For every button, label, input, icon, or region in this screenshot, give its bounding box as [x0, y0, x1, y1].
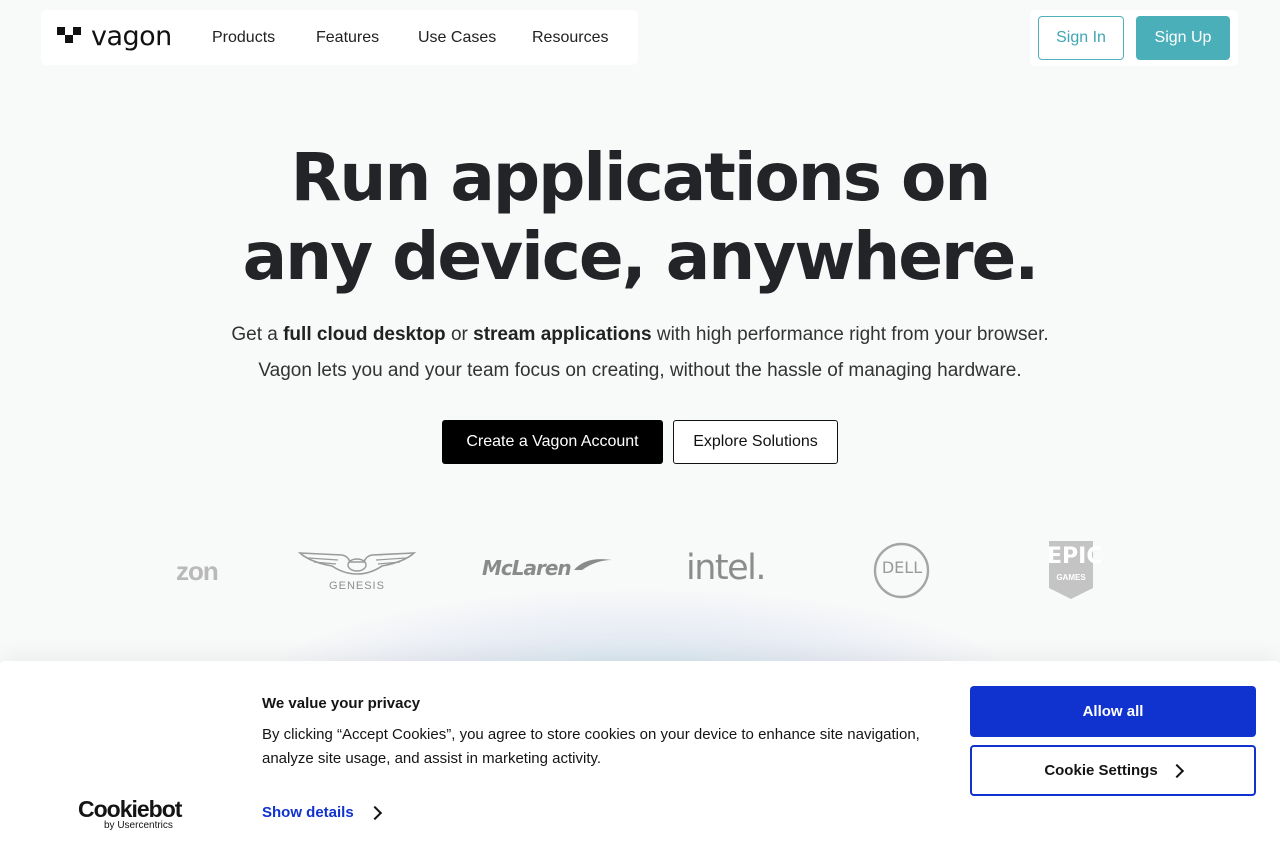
vagon-logo[interactable]: vagon — [57, 22, 172, 52]
hero-title-line-2: any device, anywhere. — [242, 218, 1040, 295]
genesis-logo-icon — [298, 552, 416, 575]
cookie-settings-label: Cookie Settings — [1044, 762, 1158, 779]
show-details-label: Show details — [262, 804, 354, 821]
hero-subtitle-line-1: Get a full cloud desktop or stream appli… — [0, 323, 1280, 347]
cookiebot-byline: by Usercentrics — [104, 820, 173, 831]
amazon-logo: zon — [176, 556, 219, 586]
create-account-button[interactable]: Create a Vagon Account — [442, 420, 663, 464]
chevron-right-icon — [367, 805, 382, 820]
cookie-title: We value your privacy — [262, 695, 421, 712]
cookiebot-logo: Cookiebot by Usercentrics — [78, 796, 182, 831]
cookiebot-wordmark: Cookiebot — [78, 796, 182, 822]
hero-subtitle-line-2: Vagon lets you and your team focus on cr… — [258, 360, 1022, 381]
explore-solutions-button[interactable]: Explore Solutions — [673, 420, 838, 464]
show-details-link[interactable]: Show details — [262, 804, 382, 821]
hero-sub-text: Get a — [231, 324, 284, 345]
sign-up-button[interactable]: Sign Up — [1136, 16, 1230, 60]
hero-sub-text: with high performance right from your br… — [651, 324, 1049, 345]
hero-sub-emphasis-stream: stream applications — [473, 324, 652, 345]
hero-title-line-1: Run applications on — [290, 139, 992, 216]
epic-games-logo-text: EPIC — [1047, 544, 1103, 569]
chevron-right-icon — [1169, 763, 1184, 778]
nav-products[interactable]: Products — [212, 28, 275, 48]
hero-title: Run applications on any device, anywhere… — [0, 138, 1280, 296]
dell-logo-text: DELL — [881, 558, 923, 577]
nav-features[interactable]: Features — [316, 28, 379, 48]
nav-use-cases[interactable]: Use Cases — [418, 28, 496, 48]
page: vagon Products Features Use Cases Resour… — [0, 0, 1280, 853]
cookie-consent-banner: Cookiebot by Usercentrics We value your … — [0, 661, 1280, 853]
intel-logo: intel. — [686, 548, 767, 588]
hero-sub-emphasis-desktop: full cloud desktop — [283, 324, 446, 345]
cookie-description: By clicking “Accept Cookies”, you agree … — [262, 726, 920, 767]
cookie-settings-button[interactable]: Cookie Settings — [970, 745, 1256, 796]
sign-in-button[interactable]: Sign In — [1038, 16, 1124, 60]
mclaren-swoosh-icon — [574, 559, 612, 570]
allow-all-button[interactable]: Allow all — [970, 686, 1256, 737]
genesis-logo-text: GENESIS — [329, 580, 385, 592]
hero-sub-text: or — [445, 324, 474, 345]
vagon-logo-icon — [57, 27, 81, 43]
main-navigation: vagon Products Features Use Cases Resour… — [41, 10, 638, 65]
logo-wordmark: vagon — [91, 21, 172, 52]
mclaren-logo: McLaren — [482, 556, 572, 580]
epic-games-logo-subtext: GAMES — [1056, 573, 1086, 582]
nav-resources[interactable]: Resources — [532, 28, 608, 48]
